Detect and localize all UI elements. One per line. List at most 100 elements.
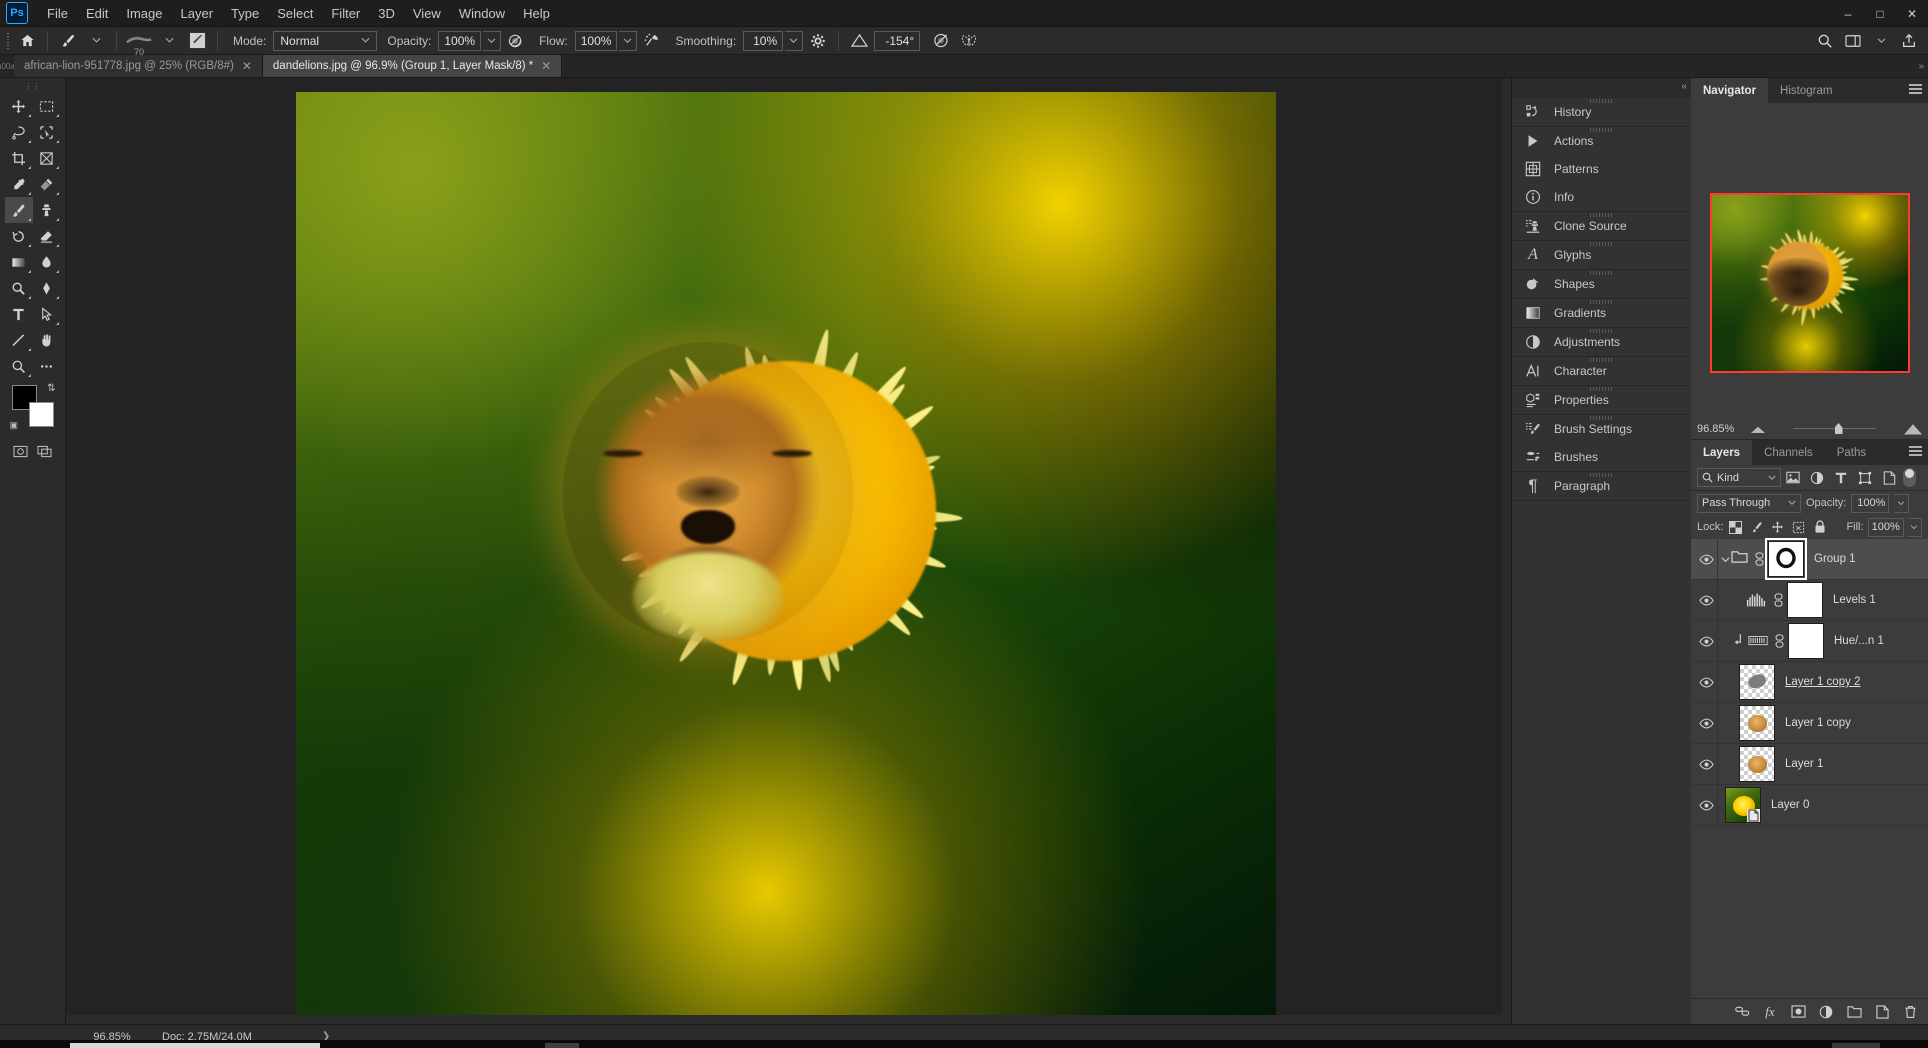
arrange-documents-icon[interactable]: » <box>1918 61 1924 72</box>
eyedropper-tool[interactable] <box>5 171 33 197</box>
slider-knob[interactable] <box>1835 423 1843 434</box>
layer-name[interactable]: Layer 0 <box>1771 799 1809 811</box>
panel-item-gradients[interactable]: Gradients <box>1512 299 1691 327</box>
layer-row-hue-saturation-1[interactable]: Hue/...n 1 <box>1691 621 1928 662</box>
panel-item-shapes[interactable]: Shapes <box>1512 270 1691 298</box>
layer-thumbnail[interactable] <box>1739 746 1775 782</box>
navigator-zoom-value[interactable]: 96.85% <box>1697 423 1745 435</box>
smoothing-input[interactable]: 10% <box>743 31 783 51</box>
layer-name[interactable]: Layer 1 copy <box>1785 717 1851 729</box>
panel-item-history[interactable]: History <box>1512 98 1691 126</box>
close-icon[interactable]: ✕ <box>242 59 252 73</box>
layer-visibility-toggle[interactable] <box>1693 595 1719 606</box>
group-disclosure-icon[interactable] <box>1719 556 1731 563</box>
layer-row-group-1[interactable]: Group 1 <box>1691 539 1928 580</box>
document-tab-african-lion[interactable]: african-lion-951778.jpg @ 25% (RGB/8#) ✕ <box>14 55 263 77</box>
share-icon[interactable] <box>1896 29 1922 53</box>
path-selection-tool[interactable] <box>33 301 61 327</box>
pen-tool[interactable] <box>33 275 61 301</box>
quick-mask-icon[interactable] <box>10 441 32 461</box>
menu-filter[interactable]: Filter <box>322 2 369 25</box>
edit-toolbar-icon[interactable] <box>33 353 61 379</box>
menu-image[interactable]: Image <box>117 2 171 25</box>
collapse-panels-icon[interactable]: « <box>1681 81 1687 92</box>
opacity-input[interactable]: 100% <box>438 31 481 51</box>
pressure-size-icon[interactable] <box>928 29 954 53</box>
layer-row-layer-1-copy-2[interactable]: Layer 1 copy 2 <box>1691 662 1928 703</box>
new-group-icon[interactable] <box>1846 1004 1862 1020</box>
new-adjustment-layer-icon[interactable] <box>1818 1004 1834 1020</box>
layer-visibility-toggle[interactable] <box>1693 677 1719 688</box>
crop-tool[interactable] <box>5 145 33 171</box>
layer-name[interactable]: Group 1 <box>1814 553 1856 565</box>
layer-row-layer-0[interactable]: Layer 0 <box>1691 785 1928 826</box>
lock-transparency-icon[interactable] <box>1727 518 1744 536</box>
search-icon[interactable] <box>1812 29 1838 53</box>
link-layers-icon[interactable] <box>1734 1004 1750 1020</box>
hand-tool[interactable] <box>33 327 61 353</box>
panel-menu-icon[interactable] <box>1909 84 1922 96</box>
pixel-filter-icon[interactable] <box>1781 468 1805 488</box>
adjustment-filter-icon[interactable] <box>1805 468 1829 488</box>
panel-item-patterns[interactable]: Patterns <box>1512 155 1691 183</box>
background-color-swatch[interactable] <box>29 402 54 427</box>
airbrush-icon[interactable] <box>639 29 665 53</box>
eraser-tool[interactable] <box>33 223 61 249</box>
layer-name[interactable]: Hue/...n 1 <box>1834 635 1884 647</box>
lock-position-icon[interactable] <box>1769 518 1786 536</box>
link-mask-icon[interactable] <box>1772 593 1784 607</box>
panel-item-properties[interactable]: Properties <box>1512 386 1691 414</box>
layer-visibility-toggle[interactable] <box>1693 554 1719 565</box>
tab-paths[interactable]: Paths <box>1825 440 1878 465</box>
zoom-out-mountain-icon[interactable] <box>1751 424 1765 433</box>
menu-layer[interactable]: Layer <box>172 2 223 25</box>
layer-fill-dropdown[interactable] <box>1908 518 1922 537</box>
brush-angle-input[interactable]: -154° <box>874 31 920 51</box>
layer-mask-thumbnail[interactable] <box>1787 582 1823 618</box>
layer-visibility-toggle[interactable] <box>1693 800 1719 811</box>
menu-file[interactable]: File <box>38 2 77 25</box>
menu-type[interactable]: Type <box>222 2 268 25</box>
menu-edit[interactable]: Edit <box>77 2 117 25</box>
layer-visibility-toggle[interactable] <box>1693 636 1719 647</box>
brush-settings-panel-icon[interactable] <box>184 29 210 53</box>
panel-item-glyphs[interactable]: A Glyphs <box>1512 241 1691 269</box>
lasso-tool[interactable] <box>5 119 33 145</box>
pressure-opacity-icon[interactable] <box>503 29 529 53</box>
canvas-horizontal-scrollbar[interactable] <box>66 1015 1511 1024</box>
link-mask-icon[interactable] <box>1753 552 1765 566</box>
opacity-dropdown[interactable] <box>483 31 501 51</box>
menu-view[interactable]: View <box>404 2 450 25</box>
panel-item-actions[interactable]: Actions <box>1512 127 1691 155</box>
brush-tool-icon[interactable] <box>55 29 81 53</box>
type-filter-icon[interactable] <box>1829 468 1853 488</box>
lock-all-icon[interactable] <box>1811 518 1828 536</box>
dodge-tool[interactable] <box>5 275 33 301</box>
panel-menu-icon[interactable] <box>1909 446 1922 458</box>
panel-item-adjustments[interactable]: Adjustments <box>1512 328 1691 356</box>
layer-mask-thumbnail[interactable] <box>1768 541 1804 577</box>
layer-row-layer-1[interactable]: Layer 1 <box>1691 744 1928 785</box>
new-layer-icon[interactable] <box>1874 1004 1890 1020</box>
add-mask-icon[interactable] <box>1790 1004 1806 1020</box>
workspace-switcher-icon[interactable] <box>1840 29 1866 53</box>
options-bar-grip[interactable] <box>4 30 12 52</box>
tab-layers[interactable]: Layers <box>1691 440 1752 465</box>
frame-tool[interactable] <box>33 145 61 171</box>
blur-tool[interactable] <box>33 249 61 275</box>
object-selection-tool[interactable] <box>33 119 61 145</box>
history-brush-tool[interactable] <box>5 223 33 249</box>
default-colors-icon[interactable]: ▣ <box>10 420 19 431</box>
maximize-button[interactable]: □ <box>1864 0 1896 27</box>
layer-opacity-input[interactable]: 100% <box>1851 494 1889 513</box>
layer-opacity-dropdown[interactable] <box>1894 494 1909 513</box>
lock-artboard-icon[interactable] <box>1790 518 1807 536</box>
panel-item-brush-settings[interactable]: Brush Settings <box>1512 415 1691 443</box>
tabstrip-grip[interactable]: \u00ab <box>0 55 14 77</box>
layer-name[interactable]: Layer 1 copy 2 <box>1785 676 1860 688</box>
layer-blend-mode-select[interactable]: Pass Through <box>1697 494 1801 513</box>
tools-panel-grip[interactable]: ⋮⋮ <box>23 82 43 91</box>
layer-fill-input[interactable]: 100% <box>1868 518 1904 537</box>
layer-thumbnail[interactable] <box>1739 705 1775 741</box>
document-canvas[interactable] <box>296 92 1276 1022</box>
